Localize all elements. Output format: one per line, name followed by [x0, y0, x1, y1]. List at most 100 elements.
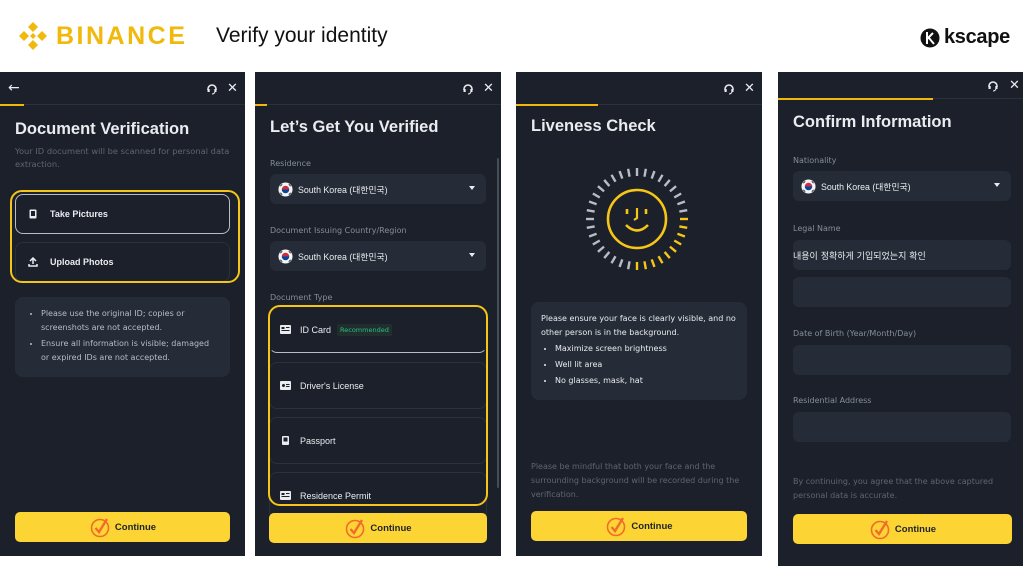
south-korea-flag-icon: [801, 178, 816, 194]
page-title: Verify your identity: [216, 24, 388, 47]
scan-tick: [597, 245, 605, 253]
scan-tick: [663, 179, 671, 187]
south-korea-flag-icon: [278, 181, 293, 197]
headset-icon[interactable]: [462, 83, 474, 95]
note-item: Please use the original ID; copies or sc…: [41, 307, 218, 335]
legal-name-field-2[interactable]: [793, 277, 1011, 307]
progress-bar: [255, 104, 267, 106]
scan-tick: [673, 192, 682, 199]
check-circle-icon: [607, 517, 626, 537]
scan-tick: [603, 179, 611, 187]
panel-title: Let’s Get You Verified: [270, 118, 439, 136]
scan-tick: [669, 185, 677, 193]
scan-tick: [597, 185, 605, 193]
scan-tick: [679, 208, 688, 213]
brand-name: BINANCE: [56, 21, 188, 50]
scan-tick: [643, 168, 648, 177]
liveness-tips: Please ensure your face is clearly visib…: [531, 302, 747, 400]
south-korea-flag-icon: [278, 248, 293, 264]
requirements-note: Please use the original ID; copies or sc…: [15, 297, 230, 377]
scan-tick: [676, 200, 686, 206]
scan-tick: [588, 232, 598, 238]
scan-tick: [586, 225, 595, 230]
panel-lets-get-verified: ✕ Let’s Get You Verified Residence South…: [255, 72, 501, 556]
select-value: South Korea (대한민국): [298, 251, 388, 262]
scan-tick: [626, 261, 631, 270]
panel-title: Confirm Information: [793, 113, 952, 131]
caret-down-icon: [994, 183, 1000, 187]
scan-tick: [673, 239, 682, 246]
scan-tick: [588, 200, 598, 206]
residence-label: Residence: [270, 159, 311, 168]
tip-item: No glasses, mask, hat: [555, 374, 737, 388]
caret-down-icon: [469, 253, 475, 257]
panel-title: Liveness Check: [531, 117, 656, 135]
legal-name-field[interactable]: 내용이 정확하게 기입되었는지 확인: [793, 240, 1011, 270]
headset-icon[interactable]: [987, 80, 999, 92]
nationality-select[interactable]: South Korea (대한민국): [793, 171, 1011, 201]
binance-diamond-icon: [19, 22, 47, 50]
residence-select[interactable]: South Korea (대한민국): [270, 174, 486, 204]
issuing-country-label: Document Issuing Country/Region: [270, 226, 407, 235]
close-icon[interactable]: ✕: [483, 82, 495, 95]
continue-button[interactable]: Continue: [269, 513, 487, 543]
scan-tick: [586, 208, 595, 213]
kscape-logo: kscape: [920, 26, 1010, 49]
binance-logo: BINANCE: [16, 19, 187, 53]
dob-label: Date of Birth (Year/Month/Day): [793, 329, 917, 338]
address-field[interactable]: [793, 412, 1011, 442]
continue-label: Continue: [631, 520, 673, 532]
continue-button[interactable]: Continue: [793, 514, 1012, 544]
progress-bar: [516, 104, 598, 106]
arrow-left-icon[interactable]: ←: [8, 81, 22, 95]
panel-title: Document Verification: [15, 120, 190, 138]
scan-tick: [643, 261, 648, 270]
note-item: Ensure all information is visible; damag…: [41, 337, 218, 365]
legal-name-label: Legal Name: [793, 224, 841, 233]
scan-tick: [650, 170, 656, 180]
check-circle-icon: [346, 519, 365, 539]
scan-tick: [679, 225, 688, 230]
continue-button[interactable]: Continue: [531, 511, 747, 541]
partner-name: kscape: [943, 26, 1010, 48]
scan-tick: [657, 174, 664, 183]
progress-bar: [0, 104, 24, 106]
scan-tick: [626, 168, 631, 177]
face-nose: [633, 208, 639, 221]
headset-icon[interactable]: [206, 83, 218, 95]
close-icon[interactable]: ✕: [1009, 79, 1021, 92]
scan-tick: [592, 239, 601, 246]
consent-notice: By continuing, you agree that the above …: [793, 477, 994, 500]
tips-intro: Please ensure your face is clearly visib…: [541, 314, 736, 337]
headset-icon[interactable]: [723, 83, 735, 95]
kscape-mark-icon: [920, 28, 940, 47]
scan-tick: [669, 245, 677, 253]
scan-tick: [592, 192, 601, 199]
panel-subtitle: Your ID document will be scanned for per…: [15, 146, 230, 169]
scan-tick: [650, 258, 656, 268]
scan-tick: [676, 232, 686, 238]
highlight-annotation: [10, 190, 240, 283]
select-value: South Korea (대한민국): [821, 181, 911, 192]
tip-item: Well lit area: [555, 358, 737, 372]
check-circle-icon: [870, 520, 890, 540]
progress-bar: [778, 98, 933, 100]
face-smile: [625, 224, 649, 232]
continue-label: Continue: [114, 521, 157, 533]
close-icon[interactable]: ✕: [744, 82, 756, 95]
issuing-country-select[interactable]: South Korea (대한민국): [270, 241, 486, 271]
scan-tick: [603, 251, 611, 259]
dob-field[interactable]: [793, 345, 1011, 375]
scan-tick: [610, 174, 617, 183]
scan-tick: [618, 170, 624, 180]
check-circle-icon: [90, 518, 110, 538]
recording-notice: Please be mindful that both your face an…: [531, 462, 740, 499]
scan-tick: [663, 251, 671, 259]
continue-button[interactable]: Continue: [15, 512, 230, 542]
document-type-label: Document Type: [270, 293, 333, 302]
caret-down-icon: [469, 186, 475, 190]
close-icon[interactable]: ✕: [227, 82, 239, 95]
scan-tick: [610, 255, 617, 264]
scrollbar[interactable]: [497, 158, 499, 488]
address-label: Residential Address: [793, 396, 872, 405]
